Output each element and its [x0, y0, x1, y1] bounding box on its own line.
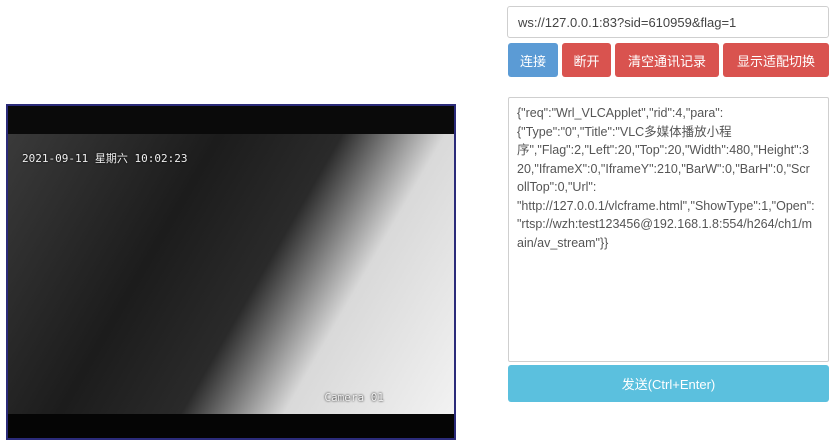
- connect-button[interactable]: 连接: [508, 43, 558, 77]
- toggle-adapt-button[interactable]: 显示适配切换: [723, 43, 829, 77]
- send-button[interactable]: 发送(Ctrl+Enter): [508, 365, 829, 402]
- video-player[interactable]: 2021-09-11 星期六 10:02:23 Camera 01: [6, 104, 456, 440]
- disconnect-button[interactable]: 断开: [562, 43, 611, 77]
- websocket-url-input[interactable]: [507, 6, 829, 38]
- video-frame: [8, 134, 454, 414]
- video-bottom-bar: [8, 414, 454, 438]
- clear-log-button[interactable]: 清空通讯记录: [615, 43, 719, 77]
- camera-label: Camera 01: [324, 391, 384, 404]
- video-timestamp: 2021-09-11 星期六 10:02:23: [22, 152, 188, 165]
- message-textarea[interactable]: {"req":"Wrl_VLCApplet","rid":4,"para": {…: [508, 97, 829, 362]
